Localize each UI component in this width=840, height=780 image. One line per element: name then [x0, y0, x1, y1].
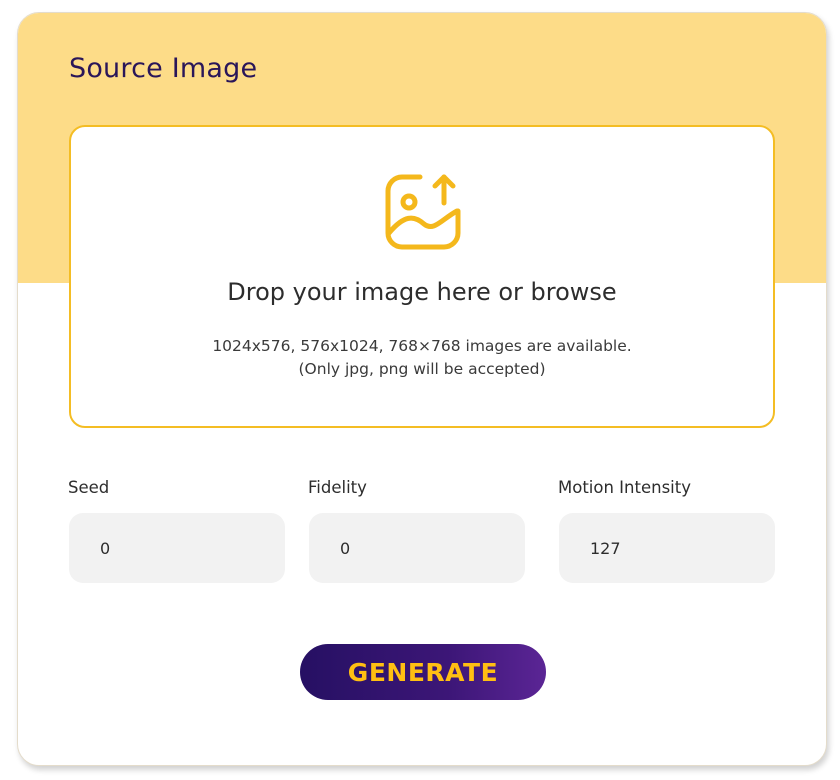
dropzone-size-note: 1024x576, 576x1024, 768×768 images are a…	[212, 337, 632, 355]
motion-intensity-label: Motion Intensity	[558, 478, 691, 497]
seed-input[interactable]	[69, 513, 285, 583]
panel-title: Source Image	[69, 53, 258, 84]
fidelity-input[interactable]	[309, 513, 525, 583]
motion-intensity-input[interactable]	[559, 513, 775, 583]
image-upload-icon	[385, 174, 461, 250]
dropzone-format-note: (Only jpg, png will be accepted)	[298, 360, 546, 378]
fidelity-label: Fidelity	[308, 478, 367, 497]
seed-label: Seed	[68, 478, 110, 497]
generate-button[interactable]: GENERATE	[300, 644, 546, 700]
dropzone-heading: Drop your image here or browse	[227, 278, 617, 306]
image-dropzone[interactable]: Drop your image here or browse 1024x576,…	[69, 125, 775, 428]
source-image-panel: Source Image Drop your image here or bro…	[17, 12, 827, 766]
